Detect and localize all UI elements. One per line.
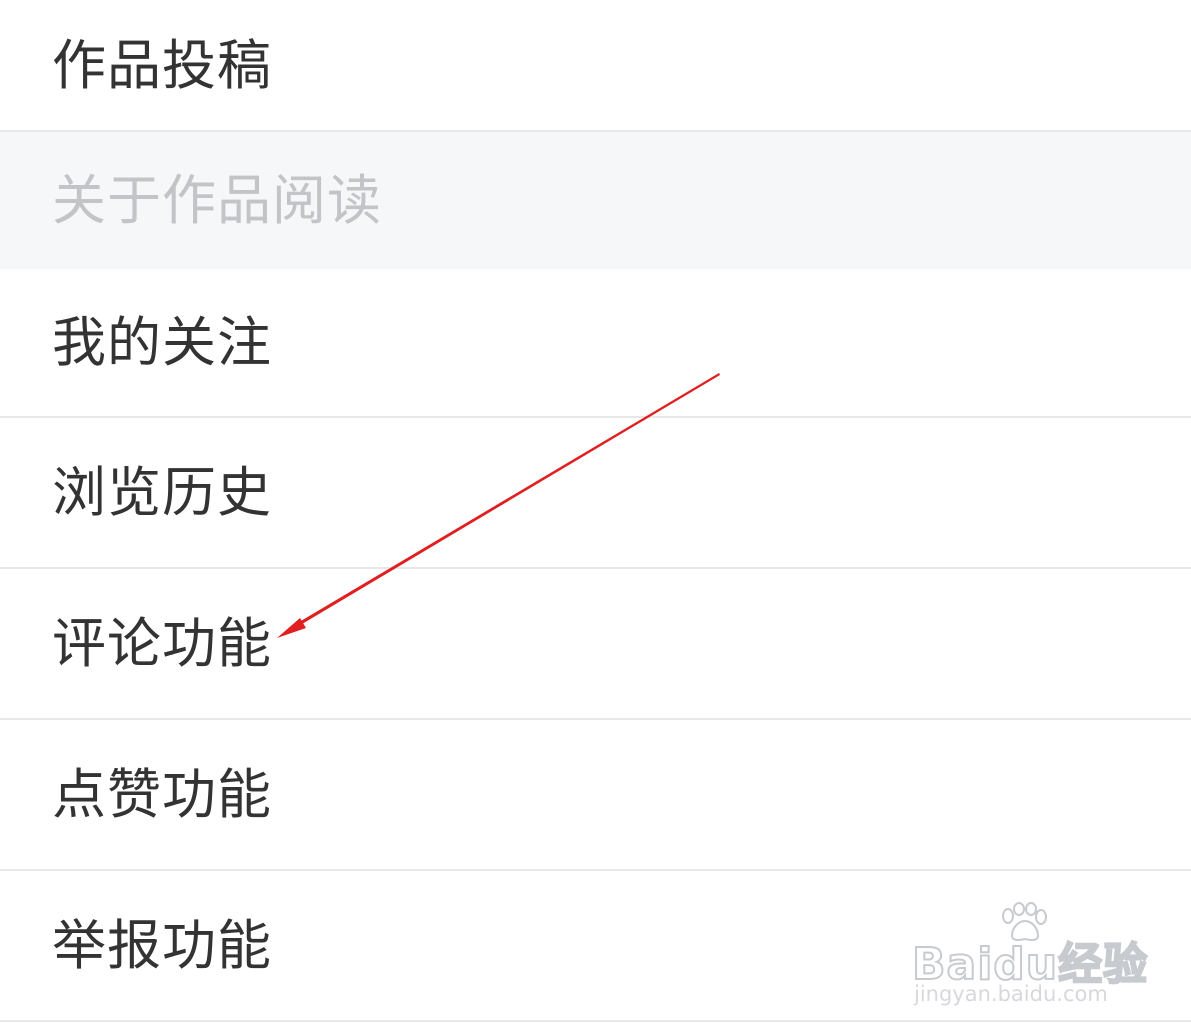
menu-item-label: 浏览历史 (52, 461, 272, 524)
menu-item-like-feature[interactable]: 点赞功能 (0, 720, 1191, 870)
menu-item-comment-feature[interactable]: 评论功能 (0, 569, 1191, 719)
menu-item-report-feature[interactable]: 举报功能 (0, 871, 1191, 1021)
menu-item-label: 我的关注 (52, 311, 272, 374)
menu-item-label: 点赞功能 (52, 763, 272, 826)
section-header-reading: 关于作品阅读 (0, 132, 1191, 269)
menu-item-browse-history[interactable]: 浏览历史 (0, 418, 1191, 568)
menu-item-label: 评论功能 (52, 612, 272, 675)
menu-item-label: 举报功能 (52, 914, 272, 977)
settings-menu: 作品投稿 关于作品阅读 我的关注 浏览历史 评论功能 点赞功能 举报功能 (0, 0, 1191, 1032)
section-header-label: 关于作品阅读 (52, 168, 382, 232)
menu-item-my-follows[interactable]: 我的关注 (0, 269, 1191, 417)
divider (0, 1020, 1191, 1022)
menu-item-submit-work[interactable]: 作品投稿 (0, 0, 1191, 131)
menu-item-label: 作品投稿 (52, 33, 272, 97)
